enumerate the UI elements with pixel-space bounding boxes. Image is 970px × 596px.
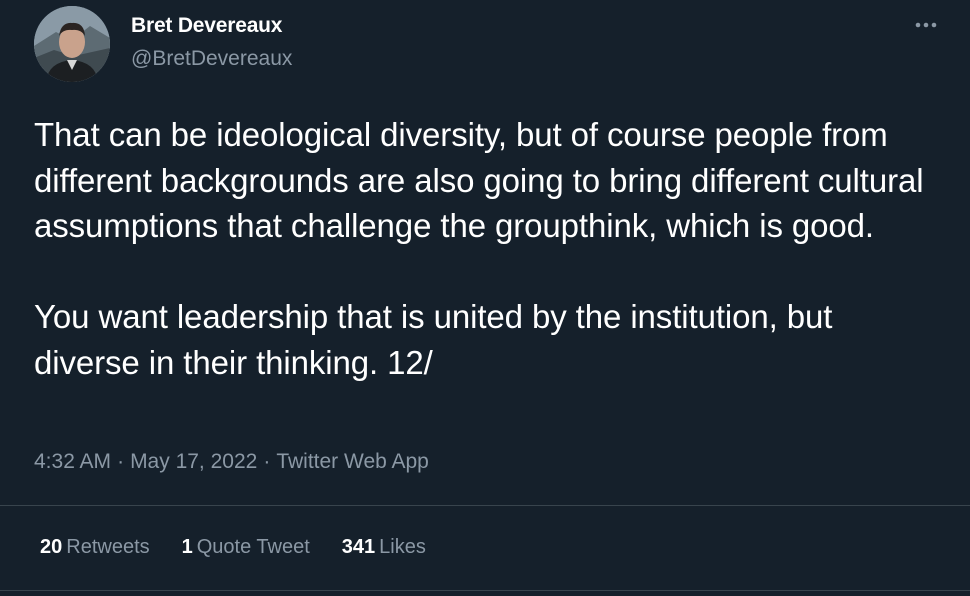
retweets-label: Retweets: [66, 536, 150, 558]
more-options-button[interactable]: [910, 12, 942, 38]
divider: [0, 505, 970, 506]
quote-tweets-count: 1: [181, 536, 193, 558]
divider: [0, 590, 970, 591]
tweet-text: That can be ideological diversity, but o…: [34, 112, 944, 385]
likes-stat[interactable]: 341 Likes: [342, 536, 426, 559]
tweet-date[interactable]: May 17, 2022: [130, 450, 257, 473]
likes-count: 341: [341, 536, 376, 558]
tweet-source[interactable]: Twitter Web App: [276, 450, 429, 473]
tweet-paragraph: That can be ideological diversity, but o…: [34, 116, 924, 244]
tweet-card: Bret Devereaux @BretDevereaux That can b…: [0, 0, 970, 596]
avatar-photo: [34, 6, 110, 82]
author-name[interactable]: Bret Devereaux: [131, 14, 282, 38]
avatar[interactable]: [34, 6, 110, 82]
quote-tweets-label: Quote Tweet: [196, 536, 310, 558]
more-horizontal-icon: [915, 22, 937, 28]
tweet-time[interactable]: 4:32 AM: [34, 450, 111, 473]
likes-label: Likes: [379, 536, 426, 558]
retweets-count: 20: [40, 536, 63, 558]
separator: ·: [263, 450, 271, 473]
retweets-stat[interactable]: 20 Retweets: [40, 536, 150, 559]
separator: ·: [117, 450, 125, 473]
author-handle[interactable]: @BretDevereaux: [131, 47, 292, 71]
tweet-paragraph: You want leadership that is united by th…: [34, 298, 833, 381]
engagement-stats: 20 Retweets 1 Quote Tweet 341 Likes: [40, 536, 458, 559]
quote-tweets-stat[interactable]: 1 Quote Tweet: [182, 536, 310, 559]
tweet-metadata: 4:32 AM · May 17, 2022 · Twitter Web App: [34, 450, 429, 474]
